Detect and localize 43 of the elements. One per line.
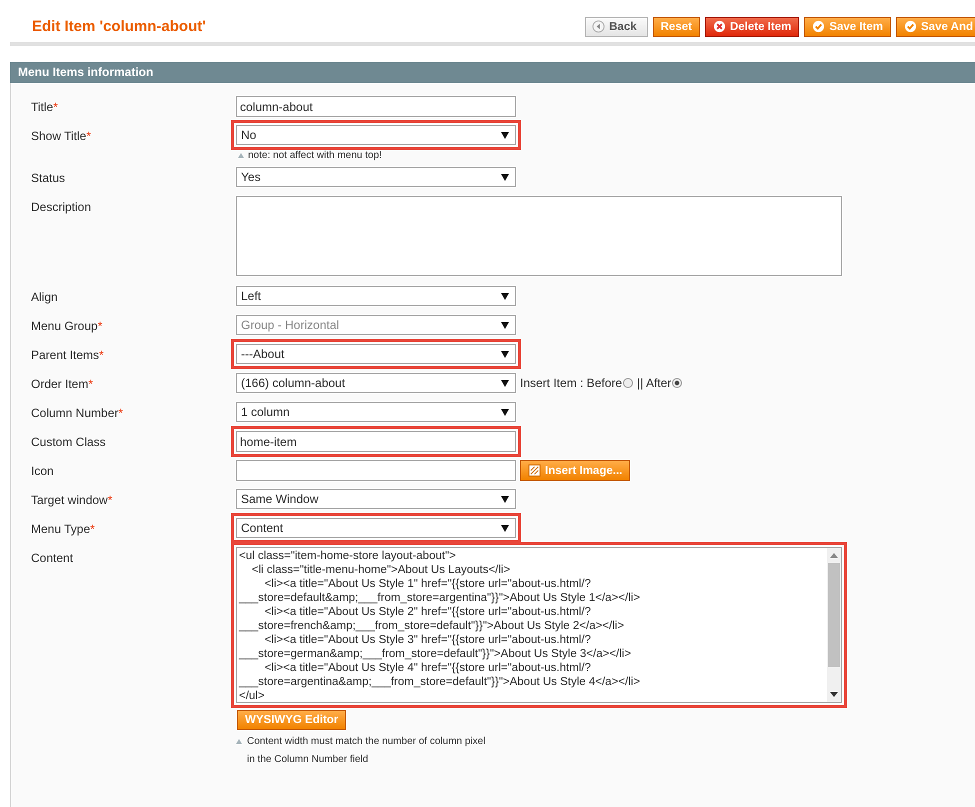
field-note: in the Column Number field xyxy=(247,754,368,764)
select-field[interactable]: ---About xyxy=(236,344,516,364)
select-field[interactable]: 1 column xyxy=(236,402,516,422)
field-label: Target window* xyxy=(31,492,114,509)
field-label: Parent Items* xyxy=(31,347,105,364)
field-label: Show Title* xyxy=(31,128,92,145)
toolbar-button[interactable]: Delete Item xyxy=(704,16,800,36)
field-label: Order Item* xyxy=(31,376,94,393)
select-field[interactable]: (166) column-about xyxy=(236,373,516,393)
field-label: Align xyxy=(31,289,59,306)
field-label: Content xyxy=(31,550,74,567)
select-field[interactable]: No xyxy=(236,125,516,145)
field-label: Column Number* xyxy=(31,405,124,422)
page-title: Edit Item 'column-about' xyxy=(32,18,206,35)
check-icon xyxy=(904,20,918,33)
radio-label: || After xyxy=(637,376,672,390)
text-field[interactable]: home-item xyxy=(236,431,516,452)
field-label: Status xyxy=(31,170,66,187)
scroll-bar[interactable] xyxy=(827,548,841,702)
field-label: Description xyxy=(31,199,92,216)
field-label: Icon xyxy=(31,463,55,480)
code-text: <ul class="item-home-store layout-about"> <li class="title-menu-home">About Us Layouts</li> <li><a title="About Us Style 1" href="{{store url="about-us.html/? ___store=default&amp;___from_store=argentina"}}">About Us Style 1</a></li> <li><a title="About Us Style 2" href="{{store url="about-us.html/? ___store=french&amp;___from_store=default"}}">About Us Style 2</a></li> <li><a title="About Us Style 3" href="{{store url="about-us.html/? ___store=german&amp;___from_store=default"}}">About Us Style 3</a></li> <li><a title="About Us Style 4" href="{{store url="about-us.html/? ___store=argentina&amp;___from_store=default"}}">About Us Style 4</a></li> </ul> xyxy=(238,549,642,702)
text-field[interactable]: column-about xyxy=(236,96,516,117)
image-icon xyxy=(528,464,541,477)
toolbar-button[interactable]: Back xyxy=(585,16,648,36)
close-icon xyxy=(712,20,726,33)
radio-button[interactable] xyxy=(672,378,682,388)
field-note: Content width must match the number of column pixel xyxy=(247,736,486,746)
text-area[interactable] xyxy=(236,196,842,276)
field-label: Title* xyxy=(31,99,59,116)
select-field[interactable]: Yes xyxy=(236,167,516,187)
field-note: note: not affect with menu top! xyxy=(248,150,382,161)
select-field[interactable]: Same Window xyxy=(236,489,516,509)
field-label: Menu Type* xyxy=(31,521,96,538)
select-field[interactable]: Left xyxy=(236,286,516,306)
section-header: Menu Items information xyxy=(10,62,975,83)
insert-label: Insert Item : Before xyxy=(520,376,622,390)
field-label: Custom Class xyxy=(31,434,107,451)
check-icon xyxy=(812,20,826,33)
select-field[interactable]: Content xyxy=(236,518,516,538)
radio-button[interactable] xyxy=(623,378,634,388)
field-label: Menu Group* xyxy=(31,318,104,335)
text-field[interactable] xyxy=(236,460,516,481)
